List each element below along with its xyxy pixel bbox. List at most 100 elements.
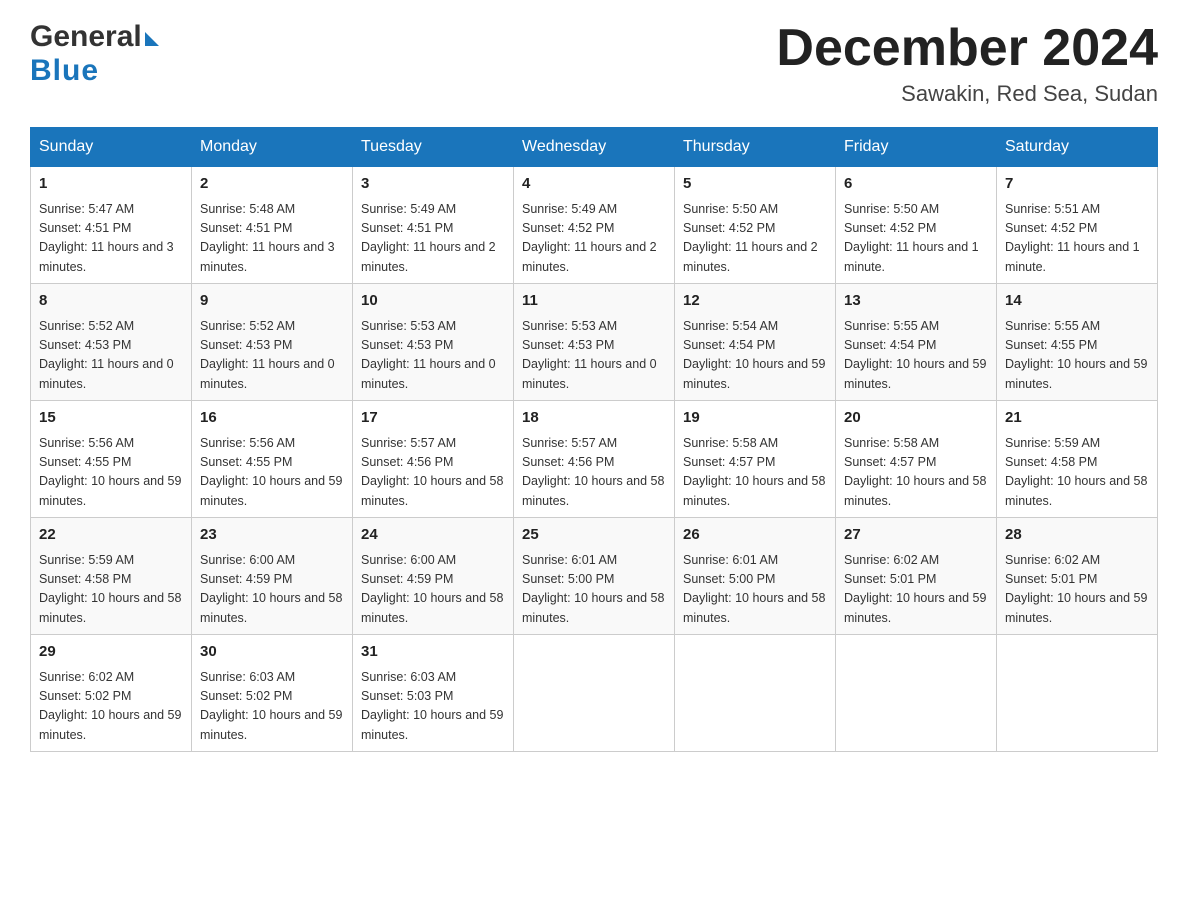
daylight-text: Daylight: 10 hours and 58 minutes.	[361, 474, 503, 507]
day-info: Sunrise: 6:02 AMSunset: 5:02 PMDaylight:…	[39, 668, 183, 746]
day-info: Sunrise: 5:54 AM Sunset: 4:54 PM Daylight:…	[683, 317, 827, 395]
calendar-cell	[997, 635, 1158, 752]
sunrise-text: Sunrise: 6:01 AM	[683, 553, 778, 567]
calendar-cell: 2 Sunrise: 5:48 AMSunset: 4:51 PMDaylight…	[192, 167, 353, 284]
day-info: Sunrise: 5:58 AMSunset: 4:57 PMDaylight:…	[683, 434, 827, 512]
sunrise-text: Sunrise: 5:53 AM	[361, 319, 456, 333]
day-info: Sunrise: 5:53 AMSunset: 4:53 PMDaylight:…	[522, 317, 666, 395]
day-info: Sunrise: 6:03 AMSunset: 5:02 PMDaylight:…	[200, 668, 344, 746]
sunrise-text: Sunrise: 5:52 AM	[200, 319, 295, 333]
logo-general-text: General	[30, 20, 142, 54]
daylight-text: Daylight: 10 hours and 59 minutes.	[1005, 357, 1147, 390]
daylight-text: Daylight: 10 hours and 59 minutes.	[200, 708, 342, 741]
sunrise-text: Sunrise: 5:47 AM	[39, 202, 134, 216]
day-info: Sunrise: 5:50 AMSunset: 4:52 PMDaylight:…	[683, 200, 827, 278]
daylight-text: Daylight: 11 hours and 0 minutes.	[522, 357, 657, 390]
calendar-table: SundayMondayTuesdayWednesdayThursdayFrid…	[30, 127, 1158, 752]
day-number: 23	[200, 524, 344, 547]
sunset-text: Sunset: 5:00 PM	[683, 572, 775, 586]
logo-blue-text: Blue	[30, 54, 159, 88]
day-number: 1	[39, 173, 183, 196]
calendar-cell: 7Sunrise: 5:51 AMSunset: 4:52 PMDaylight…	[997, 167, 1158, 284]
calendar-cell	[675, 635, 836, 752]
day-info: Sunrise: 5:53 AMSunset: 4:53 PMDaylight:…	[361, 317, 505, 395]
day-number: 20	[844, 407, 988, 430]
day-number: 6	[844, 173, 988, 196]
day-number: 21	[1005, 407, 1149, 430]
weekday-header-row: SundayMondayTuesdayWednesdayThursdayFrid…	[31, 128, 1158, 167]
day-info: Sunrise: 5:55 AMSunset: 4:54 PMDaylight:…	[844, 317, 988, 395]
sunrise-text: Sunrise: 5:48 AM	[200, 202, 295, 216]
page-header: General Blue December 2024 Sawakin, Red …	[30, 20, 1158, 107]
sunrise-text: Sunrise: 6:02 AM	[39, 670, 134, 684]
calendar-cell: 24Sunrise: 6:00 AMSunset: 4:59 PMDayligh…	[353, 518, 514, 635]
day-number: 19	[683, 407, 827, 430]
calendar-cell: 21Sunrise: 5:59 AMSunset: 4:58 PMDayligh…	[997, 401, 1158, 518]
location-title: Sawakin, Red Sea, Sudan	[776, 81, 1158, 107]
day-number: 4	[522, 173, 666, 196]
logo-arrow-icon	[145, 32, 159, 46]
logo: General Blue	[30, 20, 159, 88]
day-info: Sunrise: 5:52 AMSunset: 4:53 PMDaylight:…	[200, 317, 344, 395]
daylight-text: Daylight: 10 hours and 58 minutes.	[844, 474, 986, 507]
weekday-header-friday: Friday	[836, 128, 997, 167]
calendar-cell: 23Sunrise: 6:00 AMSunset: 4:59 PMDayligh…	[192, 518, 353, 635]
day-number: 3	[361, 173, 505, 196]
sunrise-text: Sunrise: 5:54 AM	[683, 319, 778, 333]
calendar-cell: 13 Sunrise: 5:55 AMSunset: 4:54 PMDayligh…	[836, 284, 997, 401]
daylight-text: Daylight: 10 hours and 58 minutes.	[522, 591, 664, 624]
day-number: 30	[200, 641, 344, 664]
day-info: Sunrise: 6:00 AMSunset: 4:59 PMDaylight:…	[361, 551, 505, 629]
daylight-text: Daylight: 10 hours and 58 minutes.	[39, 591, 181, 624]
day-info: Sunrise: 5:55 AMSunset: 4:55 PMDaylight:…	[1005, 317, 1149, 395]
calendar-cell: 14Sunrise: 5:55 AMSunset: 4:55 PMDayligh…	[997, 284, 1158, 401]
calendar-week-row: 29 Sunrise: 6:02 AMSunset: 5:02 PMDayligh…	[31, 635, 1158, 752]
weekday-header-sunday: Sunday	[31, 128, 192, 167]
day-number: 25	[522, 524, 666, 547]
calendar-cell: 17Sunrise: 5:57 AMSunset: 4:56 PMDayligh…	[353, 401, 514, 518]
month-title: December 2024	[776, 20, 1158, 77]
calendar-cell: 27Sunrise: 6:02 AMSunset: 5:01 PMDayligh…	[836, 518, 997, 635]
sunset-text: Sunset: 4:55 PM	[200, 455, 292, 469]
sunset-text: Sunset: 4:51 PM	[361, 221, 453, 235]
sunrise-text: Sunrise: 5:56 AM	[39, 436, 134, 450]
day-info: Sunrise: 5:56 AMSunset: 4:55 PMDaylight:…	[39, 434, 183, 512]
calendar-cell: 5Sunrise: 5:50 AMSunset: 4:52 PMDaylight…	[675, 167, 836, 284]
weekday-header-wednesday: Wednesday	[514, 128, 675, 167]
sunrise-text: Sunrise: 6:03 AM	[361, 670, 456, 684]
daylight-text: Daylight: 10 hours and 58 minutes.	[1005, 474, 1147, 507]
title-section: December 2024 Sawakin, Red Sea, Sudan	[776, 20, 1158, 107]
calendar-week-row: 15Sunrise: 5:56 AMSunset: 4:55 PMDayligh…	[31, 401, 1158, 518]
sunset-text: Sunset: 4:55 PM	[39, 455, 131, 469]
calendar-cell: 29 Sunrise: 6:02 AMSunset: 5:02 PMDayligh…	[31, 635, 192, 752]
calendar-week-row: 1Sunrise: 5:47 AMSunset: 4:51 PMDaylight…	[31, 167, 1158, 284]
day-info: Sunrise: 6:01 AMSunset: 5:00 PMDaylight:…	[683, 551, 827, 629]
sunset-text: Sunset: 4:53 PM	[200, 338, 292, 352]
sunset-text: Sunset: 4:53 PM	[39, 338, 131, 352]
day-number: 27	[844, 524, 988, 547]
calendar-cell: 22Sunrise: 5:59 AMSunset: 4:58 PMDayligh…	[31, 518, 192, 635]
sunset-text: Sunset: 4:58 PM	[1005, 455, 1097, 469]
calendar-cell: 30 Sunrise: 6:03 AMSunset: 5:02 PMDayligh…	[192, 635, 353, 752]
weekday-header-monday: Monday	[192, 128, 353, 167]
sunrise-text: Sunrise: 5:58 AM	[683, 436, 778, 450]
sunrise-text: Sunrise: 5:50 AM	[844, 202, 939, 216]
day-number: 2	[200, 173, 344, 196]
day-info: Sunrise: 5:49 AMSunset: 4:52 PMDaylight:…	[522, 200, 666, 278]
sunrise-text: Sunrise: 6:00 AM	[361, 553, 456, 567]
sunset-text: Sunset: 4:59 PM	[200, 572, 292, 586]
sunset-text: Sunset: 4:52 PM	[522, 221, 614, 235]
sunset-text: Sunset: 4:56 PM	[522, 455, 614, 469]
day-info: Sunrise: 5:48 AMSunset: 4:51 PMDaylight:…	[200, 200, 344, 278]
sunset-text: Sunset: 5:01 PM	[844, 572, 936, 586]
sunset-text: Sunset: 4:54 PM	[683, 338, 775, 352]
day-info: Sunrise: 5:57 AMSunset: 4:56 PMDaylight:…	[361, 434, 505, 512]
daylight-text: Daylight: 10 hours and 59 minutes.	[683, 357, 825, 390]
sunrise-text: Sunrise: 5:56 AM	[200, 436, 295, 450]
calendar-cell: 8Sunrise: 5:52 AMSunset: 4:53 PMDaylight…	[31, 284, 192, 401]
day-number: 29	[39, 641, 183, 664]
sunrise-text: Sunrise: 5:49 AM	[522, 202, 617, 216]
calendar-cell: 3Sunrise: 5:49 AMSunset: 4:51 PMDaylight…	[353, 167, 514, 284]
sunset-text: Sunset: 4:52 PM	[683, 221, 775, 235]
day-number: 13	[844, 290, 988, 313]
